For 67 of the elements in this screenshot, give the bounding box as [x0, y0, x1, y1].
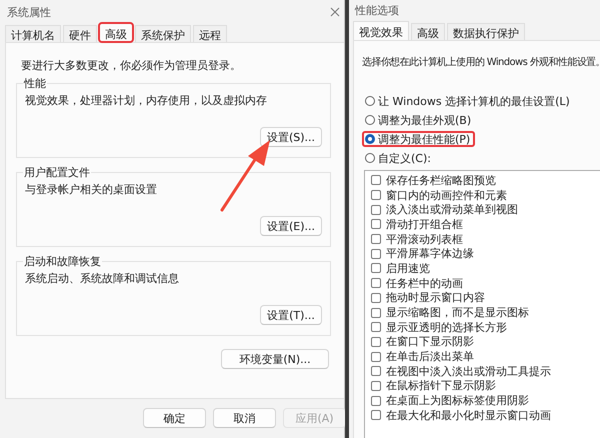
checkbox-label: 任务栏中的动画 [386, 276, 463, 291]
radio-option[interactable]: 让 Windows 选择计算机的最佳设置(L) [362, 93, 575, 109]
radio-button[interactable] [365, 153, 375, 163]
checkbox-label: 保存任务栏缩略图预览 [386, 172, 496, 188]
checkbox[interactable] [371, 366, 381, 376]
tab[interactable]: 高级 [411, 23, 445, 40]
settings-button[interactable]: 设置(T)... [260, 305, 322, 325]
checkbox[interactable] [371, 308, 381, 318]
checkbox-label: 淡入淡出或滑动菜单到视图 [386, 202, 518, 218]
group-title: 启动和故障恢复 [23, 254, 102, 269]
checkbox[interactable] [371, 352, 381, 362]
checkbox[interactable] [371, 396, 381, 406]
tab[interactable]: 计算机名 [5, 25, 61, 42]
checkbox-label: 显示亚透明的选择长方形 [386, 320, 507, 335]
window-title: 系统属性 [6, 4, 51, 20]
radio-button[interactable] [365, 115, 375, 125]
radio-button[interactable] [365, 134, 375, 144]
close-icon[interactable] [330, 7, 340, 17]
radio-option[interactable]: 自定义(C): [362, 150, 436, 166]
admin-note: 要进行大多数更改，你必须作为管理员登录。 [21, 58, 241, 73]
checkbox[interactable] [371, 336, 381, 347]
dialog-button[interactable]: 确定 [143, 408, 206, 428]
group-title: 性能 [23, 76, 47, 91]
radio-button[interactable] [365, 96, 375, 106]
settings-button[interactable]: 设置(S)... [260, 127, 322, 147]
checkbox-label: 平滑滚动列表框 [386, 232, 463, 247]
dialog-button[interactable]: 取消 [213, 408, 276, 428]
radio-option[interactable]: 调整为最佳性能(P) [362, 131, 476, 147]
checkbox[interactable] [371, 292, 381, 303]
checkbox[interactable] [371, 380, 381, 391]
checkbox-label: 平滑屏幕字体边缘 [386, 246, 474, 262]
tab[interactable]: 视觉效果 [353, 21, 409, 40]
checkbox[interactable] [371, 190, 381, 200]
checkbox-label: 窗口内的动画控件和元素 [386, 188, 507, 203]
checkbox[interactable] [371, 234, 381, 244]
settings-button[interactable]: 设置(E)... [260, 216, 322, 236]
checkbox-label: 在鼠标指针下显示阴影 [386, 378, 496, 394]
tab[interactable]: 系统保护 [135, 25, 191, 42]
checkbox[interactable] [371, 219, 381, 230]
checkbox[interactable] [371, 175, 381, 186]
checkbox-label: 在视图中淡入淡出或滑动工具提示 [386, 364, 551, 379]
group-description: 系统启动、系统故障和调试信息 [25, 271, 179, 286]
group-title: 用户配置文件 [23, 165, 91, 180]
tab[interactable]: 高级 [99, 23, 133, 42]
radio-option[interactable]: 调整为最佳外观(B) [362, 112, 476, 128]
checkbox-label: 拖动时显示窗口内容 [386, 290, 485, 306]
checkbox[interactable] [371, 204, 381, 215]
group-description: 与登录帐户相关的桌面设置 [25, 182, 157, 197]
checkbox-label: 显示缩略图，而不是显示图标 [386, 305, 529, 320]
checkbox-label: 在最大化和最小化时显示窗口动画 [386, 408, 551, 423]
checkbox-label: 在单击后淡出菜单 [386, 349, 474, 364]
tab[interactable]: 远程 [193, 25, 227, 42]
tab[interactable]: 数据执行保护 [447, 23, 525, 40]
checkbox[interactable] [371, 410, 381, 420]
checkbox[interactable] [371, 322, 381, 332]
checkbox[interactable] [371, 278, 381, 288]
environment-variables-button[interactable]: 环境变量(N)... [221, 349, 329, 369]
checkbox-label: 启用速览 [386, 260, 430, 276]
checkbox-label: 在窗口下显示阴影 [386, 334, 474, 350]
description-text: 选择你想在此计算机上使用的 Windows 外观和性能设置。 [362, 56, 600, 69]
checkbox-label: 滑动打开组合框 [386, 216, 463, 232]
checkbox-label: 在桌面上为图标标签使用阴影 [386, 393, 529, 408]
window-title: 性能选项 [354, 3, 400, 19]
checkbox[interactable] [371, 248, 381, 259]
checkbox[interactable] [371, 263, 381, 274]
tab[interactable]: 硬件 [63, 25, 97, 42]
group-description: 视觉效果，处理器计划，内存使用，以及虚拟内存 [25, 93, 267, 108]
